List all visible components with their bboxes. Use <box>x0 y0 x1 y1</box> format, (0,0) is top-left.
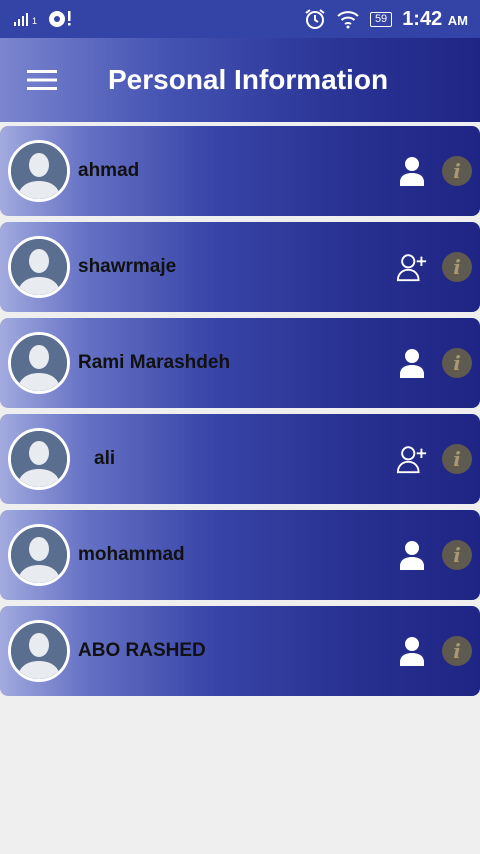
hamburger-menu-icon[interactable] <box>0 38 84 122</box>
add-person-icon[interactable] <box>396 443 428 475</box>
list-item[interactable]: mohammad i <box>0 510 480 600</box>
person-icon[interactable] <box>396 155 428 187</box>
add-person-icon[interactable] <box>396 251 428 283</box>
contact-name: Rami Marashdeh <box>78 352 231 373</box>
person-icon[interactable] <box>396 539 428 571</box>
signal-suffix: 1 <box>32 16 38 26</box>
clock-ampm: AM <box>447 12 468 28</box>
wifi-icon <box>337 11 359 29</box>
contact-name: ahmad <box>78 160 140 181</box>
app-bar: Personal Information <box>0 38 480 122</box>
alarm-icon <box>305 9 325 29</box>
info-icon[interactable]: i <box>442 444 472 474</box>
avatar <box>8 236 70 298</box>
avatar <box>8 428 70 490</box>
avatar <box>8 140 70 202</box>
avatar <box>8 620 70 682</box>
info-icon[interactable]: i <box>442 636 472 666</box>
avatar <box>8 524 70 586</box>
battery-indicator: 59 <box>369 11 393 27</box>
avatar <box>8 332 70 394</box>
list-item[interactable]: shawrmaje i <box>0 222 480 312</box>
info-icon[interactable]: i <box>442 156 472 186</box>
info-icon[interactable]: i <box>442 252 472 282</box>
sync-notification-icon <box>49 11 71 27</box>
contact-name: ali <box>94 448 116 469</box>
person-icon[interactable] <box>396 347 428 379</box>
contact-name: shawrmaje <box>78 256 177 277</box>
list-item[interactable]: ABO RASHED i <box>0 606 480 696</box>
page-title: Personal Information <box>108 64 389 95</box>
list-item[interactable]: ahmad i <box>0 126 480 216</box>
info-icon[interactable]: i <box>442 348 472 378</box>
person-icon[interactable] <box>396 635 428 667</box>
contact-list: ahmad i shawrmaje i Rami Marashdeh i ali… <box>0 122 480 696</box>
contact-name: ABO RASHED <box>78 640 206 661</box>
list-item[interactable]: ali i <box>0 414 480 504</box>
status-bar: 1 59 1:42 AM <box>0 0 480 38</box>
clock-time: 1:42 <box>402 7 443 30</box>
signal-icon: 1 <box>14 12 37 26</box>
clock: 1:42 AM <box>402 8 468 31</box>
info-icon[interactable]: i <box>442 540 472 570</box>
contact-name: mohammad <box>78 544 185 565</box>
list-item[interactable]: Rami Marashdeh i <box>0 318 480 408</box>
